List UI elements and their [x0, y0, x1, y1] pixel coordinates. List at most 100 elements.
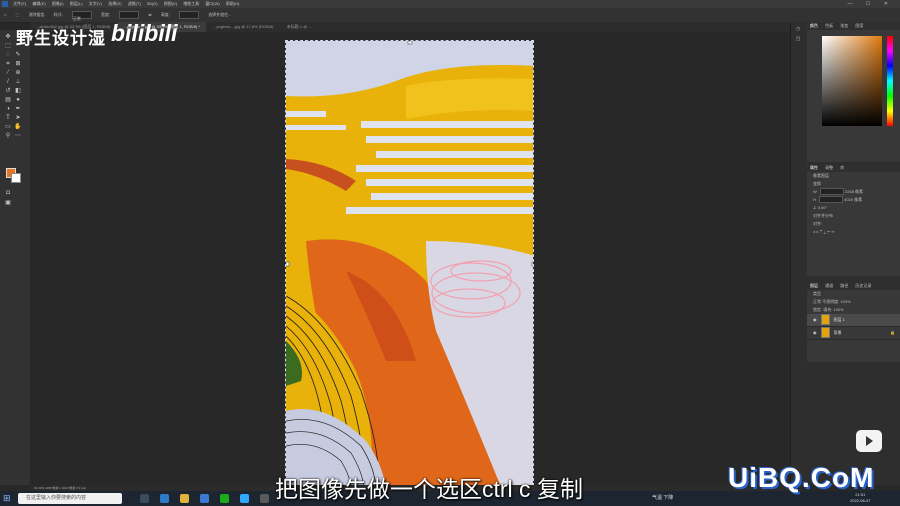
visibility-eye-icon[interactable]: ◉ [813, 330, 817, 335]
task-view-icon[interactable] [140, 494, 149, 503]
stamp-tool-icon[interactable]: ⊥ [14, 79, 22, 85]
tab-doc-3[interactable]: ...pngtree-...jpg @ 17.8% (RGB/8) [207, 22, 279, 32]
quick-mask-icon[interactable]: ◘ [4, 190, 12, 196]
menu-type[interactable]: 文字(Y) [89, 0, 102, 8]
menu-window[interactable]: 窗口(W) [205, 0, 219, 8]
tab-paths[interactable]: 路径 [840, 283, 848, 288]
select-mask-button[interactable]: 选择并遮住... [208, 8, 231, 22]
align-buttons[interactable]: ⫷ ⫸ ⊤ ⊥ ⊢ ⊣ [807, 228, 900, 236]
app-icon[interactable] [260, 494, 269, 503]
layer-name: 背景 [833, 330, 842, 335]
weather-tray[interactable]: 气温 下降 [652, 493, 673, 504]
width-field[interactable] [819, 188, 844, 196]
color-panel: 颜色 色板 渐变 图案 [807, 22, 900, 162]
zoom-level[interactable]: 33.33% [34, 486, 44, 490]
lock-icon: 🔒 [890, 330, 895, 335]
layer-row-layer1[interactable]: ◉ 图层 1 [807, 314, 900, 327]
history-brush-icon[interactable]: ↺ [4, 88, 12, 94]
tab-swatches[interactable]: 色板 [825, 23, 833, 28]
hand-tool-icon[interactable]: ✋ [14, 124, 22, 130]
kind-select[interactable]: 类型 [813, 291, 821, 296]
blend-mode-select[interactable]: 正常 [813, 299, 821, 304]
menu-plugins[interactable]: 增效工具 [183, 0, 199, 8]
history-panel-icon[interactable]: ◷ [791, 26, 805, 32]
visibility-eye-icon[interactable]: ◉ [813, 317, 817, 322]
pixel-layer-label: 像素图层 [813, 173, 829, 178]
navigator-panel-icon[interactable]: ◳ [791, 36, 805, 42]
layer-name: 图层 1 [833, 317, 845, 322]
angle-row: ∠ 0.00° [807, 204, 900, 212]
screen-mode-icon[interactable]: ▣ [4, 200, 12, 206]
clock-date: 2022-06-07 [850, 498, 871, 503]
photoshop-taskbar-icon[interactable] [240, 494, 249, 503]
style-select[interactable]: 正常 [71, 10, 92, 21]
marquee-tool-icon[interactable]: ⬚ [4, 43, 12, 49]
antialias-checkbox[interactable]: 消除锯齿 [28, 8, 44, 22]
bilibili-logo: bilibili [111, 20, 178, 46]
menu-image[interactable]: 图像(I) [52, 0, 64, 8]
type-tool-icon[interactable]: T [4, 115, 12, 121]
home-icon[interactable]: ⌂ [4, 8, 6, 22]
tab-adjustments[interactable]: 调整 [825, 165, 833, 170]
taskbar-search-input[interactable]: 在这里输入你要搜索的内容 [18, 493, 122, 504]
edge-browser-icon[interactable] [160, 494, 169, 503]
opacity-value[interactable]: 100% [840, 299, 850, 304]
quick-select-icon[interactable]: ✎ [14, 52, 22, 58]
frame-tool-icon[interactable]: ⊠ [14, 61, 22, 67]
fill-value[interactable]: 100% [834, 307, 844, 312]
bilibili-play-icon [856, 430, 882, 452]
angle-value[interactable]: 0.00° [818, 205, 827, 210]
tab-color[interactable]: 颜色 [810, 23, 818, 28]
tab-properties[interactable]: 属性 [810, 165, 818, 170]
menu-layer[interactable]: 图层(L) [70, 0, 83, 8]
move-tool-icon[interactable]: ✥ [4, 34, 12, 40]
menu-3d[interactable]: 3D(D) [147, 0, 158, 8]
style-value: 正常 [72, 15, 81, 21]
layer-filter-row: 类型 [807, 290, 900, 298]
pen-tool-icon[interactable]: ✒ [14, 106, 22, 112]
wechat-icon[interactable] [220, 494, 229, 503]
marquee-tool-icon[interactable]: ⬚ [16, 8, 20, 22]
crop-tool-icon[interactable]: ⌗ [4, 61, 12, 67]
brush-tool-icon[interactable]: / [4, 79, 12, 85]
height-field[interactable] [819, 196, 844, 204]
app-icon[interactable] [200, 494, 209, 503]
eraser-tool-icon[interactable]: ◧ [14, 88, 22, 94]
menu-help[interactable]: 帮助(H) [226, 0, 240, 8]
properties-panel: 属性 调整 库 像素图层 变换 W 2268 像素 H 4020 像素 ∠ 0.… [807, 164, 900, 276]
tab-history[interactable]: 历史记录 [855, 283, 871, 288]
menu-edit[interactable]: 编辑(E) [32, 0, 45, 8]
eyedropper-tool-icon[interactable]: ⁄ [4, 70, 12, 76]
tab-libraries[interactable]: 库 [840, 165, 844, 170]
hue-slider[interactable] [887, 36, 893, 126]
tab-doc-4[interactable]: 未标题-1 @ ... [281, 22, 318, 32]
dodge-tool-icon[interactable]: ◑ [4, 106, 12, 112]
tab-gradients[interactable]: 渐变 [840, 23, 848, 28]
menu-select[interactable]: 选择(S) [108, 0, 121, 8]
width-input[interactable] [119, 10, 140, 19]
uibq-watermark-logo: UiBQ.CoM [728, 462, 875, 493]
menu-file[interactable]: 文件(F) [13, 0, 26, 8]
tab-layers[interactable]: 图层 [810, 283, 818, 288]
windows-start-icon[interactable]: ⊞ [3, 494, 11, 503]
healing-tool-icon[interactable]: ⊕ [14, 70, 22, 76]
gradient-tool-icon[interactable]: ▤ [4, 97, 12, 103]
menu-view[interactable]: 视图(V) [164, 0, 177, 8]
tab-channels[interactable]: 通道 [825, 283, 833, 288]
layer-row-background[interactable]: ◉ 背景 🔒 [807, 327, 900, 340]
zoom-tool-icon[interactable]: ⚲ [4, 133, 12, 139]
more-tools-icon[interactable]: ⋯ [14, 133, 22, 139]
height-input[interactable] [179, 10, 200, 19]
tab-patterns[interactable]: 图案 [855, 23, 863, 28]
path-select-icon[interactable]: ➤ [14, 115, 22, 121]
menu-filter[interactable]: 滤镜(T) [128, 0, 141, 8]
file-explorer-icon[interactable] [180, 494, 189, 503]
blur-tool-icon[interactable]: ● [14, 97, 22, 103]
color-picker-field[interactable] [822, 36, 882, 126]
background-color-swatch[interactable] [11, 173, 21, 183]
shape-tool-icon[interactable]: ▭ [4, 124, 12, 130]
lasso-tool-icon[interactable]: ◌ [4, 52, 12, 58]
window-controls[interactable]: — ☐ ✕ [848, 0, 894, 8]
blend-row: 正常 不透明度: 100% [807, 298, 900, 306]
document-canvas[interactable] [285, 40, 534, 486]
